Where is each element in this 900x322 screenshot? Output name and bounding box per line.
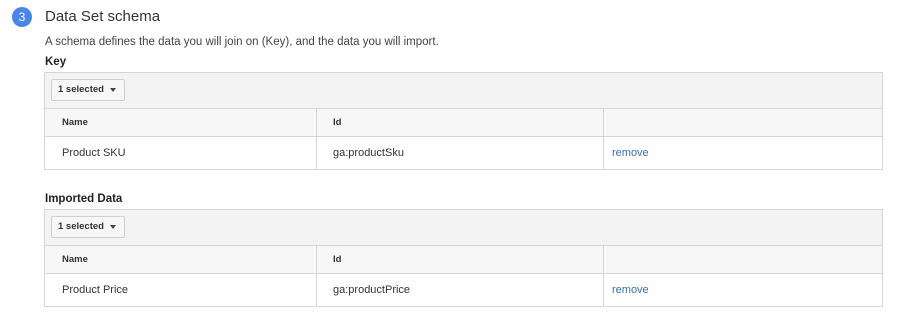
column-header-id: Id	[317, 109, 604, 136]
row-id: ga:productSku	[317, 137, 604, 169]
key-table-header: Name Id	[45, 109, 882, 137]
key-label: Key	[45, 56, 67, 68]
section-title: Data Set schema	[45, 8, 161, 25]
imported-data-label: Imported Data	[45, 193, 123, 205]
row-id: ga:productPrice	[317, 274, 604, 306]
column-header-name: Name	[45, 109, 317, 136]
key-table: 1 selected Name Id Product SKU ga:produc…	[44, 72, 883, 170]
imported-table-header: Name Id	[45, 246, 882, 274]
remove-imported-link[interactable]: remove	[612, 284, 649, 296]
row-name: Product Price	[45, 274, 317, 306]
key-selection-dropdown[interactable]: 1 selected	[51, 79, 125, 101]
table-row: Product SKU ga:productSku remove	[45, 137, 882, 169]
column-header-action	[604, 246, 882, 273]
key-toolbar: 1 selected	[45, 73, 882, 109]
key-dropdown-label: 1 selected	[58, 84, 104, 95]
section-description: A schema defines the data you will join …	[45, 36, 439, 48]
column-header-id: Id	[317, 246, 604, 273]
column-header-action	[604, 109, 882, 136]
caret-down-icon	[109, 88, 116, 92]
data-set-schema-page: 3 Data Set schema A schema defines the d…	[0, 0, 900, 322]
table-row: Product Price ga:productPrice remove	[45, 274, 882, 306]
imported-data-table: 1 selected Name Id Product Price ga:prod…	[44, 209, 883, 307]
remove-key-link[interactable]: remove	[612, 147, 649, 159]
row-action-cell: remove	[604, 274, 882, 306]
column-header-name: Name	[45, 246, 317, 273]
imported-toolbar: 1 selected	[45, 210, 882, 246]
row-name: Product SKU	[45, 137, 317, 169]
row-action-cell: remove	[604, 137, 882, 169]
step-number-badge: 3	[12, 7, 32, 27]
caret-down-icon	[109, 225, 116, 229]
imported-dropdown-label: 1 selected	[58, 221, 104, 232]
imported-selection-dropdown[interactable]: 1 selected	[51, 216, 125, 238]
